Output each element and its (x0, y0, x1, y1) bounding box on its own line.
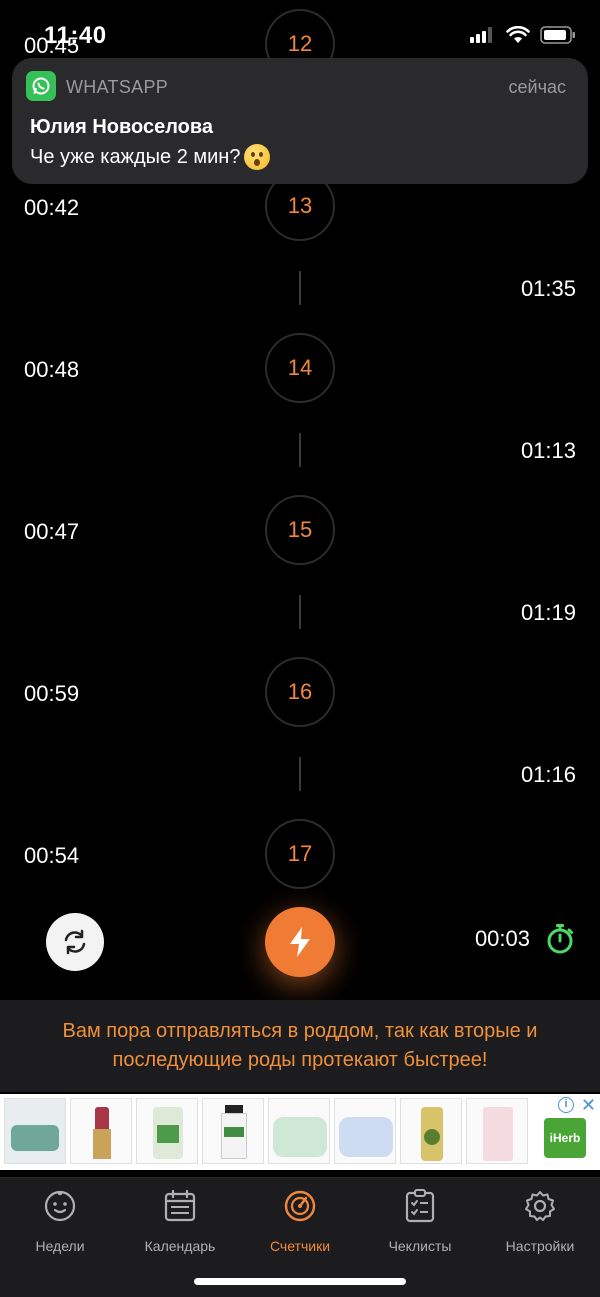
notification-sender: Юлия Новоселова (30, 116, 214, 138)
status-time: 11:40 (44, 22, 107, 49)
gear-icon (525, 1191, 555, 1221)
contraction-duration: 00:54 (24, 843, 80, 868)
whatsapp-icon (26, 71, 56, 101)
advice-text: Вам пора отправляться в роддом, так как … (62, 1020, 538, 1071)
ad-close-icon[interactable]: ✕ (581, 1095, 596, 1116)
ad-info-icon[interactable]: i (558, 1097, 574, 1113)
status-bar: 11:40 (0, 0, 600, 56)
tab-label: Счетчики (269, 1238, 331, 1254)
tab-label: Настройки (505, 1238, 575, 1254)
ad-product-image[interactable] (4, 1098, 66, 1164)
reset-button[interactable] (46, 913, 104, 971)
contraction-number: 16 (265, 657, 335, 727)
counter-icon (284, 1190, 316, 1222)
counter-controls: 00:03 (0, 905, 600, 985)
ad-product-image[interactable] (202, 1098, 264, 1164)
ad-product-image[interactable] (400, 1098, 462, 1164)
ad-product-image[interactable] (268, 1098, 330, 1164)
tab-label: Недели (35, 1238, 85, 1254)
tab-label: Календарь (144, 1238, 216, 1254)
cellular-signal-icon (470, 27, 492, 43)
ad-product-image[interactable] (334, 1098, 396, 1164)
tab-settings[interactable]: Настройки (480, 1188, 600, 1254)
contraction-duration: 00:47 (24, 519, 80, 544)
notification-app-name: WHATSAPP (66, 77, 169, 97)
home-indicator[interactable] (194, 1278, 406, 1285)
whatsapp-notification[interactable]: WHATSAPP сейчас Юлия Новоселова Че уже к… (12, 58, 588, 184)
tab-weeks[interactable]: Недели (0, 1188, 120, 1254)
contraction-interval: 01:13 (520, 438, 576, 463)
contraction-number: 15 (265, 495, 335, 565)
contraction-number: 17 (265, 819, 335, 889)
checklist-icon (405, 1189, 435, 1223)
timeline-connector (299, 433, 301, 467)
ad-product-image[interactable] (136, 1098, 198, 1164)
status-icons (470, 26, 576, 44)
notification-body: Че уже каждые 2 мин? (30, 144, 271, 170)
tab-counters[interactable]: Счетчики (240, 1188, 360, 1254)
notification-time: сейчас (508, 77, 566, 97)
tab-calendar[interactable]: Календарь (120, 1188, 240, 1254)
tab-checklists[interactable]: Чеклисты (360, 1188, 480, 1254)
contraction-interval: 01:35 (520, 276, 576, 301)
tab-label: Чеклисты (388, 1238, 452, 1254)
timeline-connector (299, 595, 301, 629)
lightning-icon (290, 927, 310, 957)
refresh-icon (64, 929, 86, 955)
contraction-duration: 00:48 (24, 357, 80, 382)
contraction-start-button[interactable] (265, 907, 335, 977)
timeline-connector (299, 271, 301, 305)
contraction-interval: 01:19 (520, 600, 576, 625)
stopwatch-icon[interactable] (546, 923, 574, 955)
calendar-icon (164, 1189, 196, 1222)
baby-face-icon (44, 1190, 76, 1222)
iherb-logo[interactable]: iHerb (544, 1118, 586, 1158)
battery-icon (540, 26, 575, 44)
wifi-icon (506, 26, 530, 43)
contraction-interval: 01:16 (520, 762, 576, 787)
surprised-emoji-icon (244, 144, 271, 170)
ad-product-image[interactable] (70, 1098, 132, 1164)
contraction-duration: 00:42 (24, 195, 80, 220)
timeline-connector (299, 757, 301, 791)
current-timer: 00:03 (474, 926, 530, 951)
contraction-number: 14 (265, 333, 335, 403)
contraction-duration: 00:59 (24, 681, 80, 706)
ad-product-image[interactable] (466, 1098, 528, 1164)
notification-message: Че уже каждые 2 мин? (30, 145, 241, 168)
advice-banner: Вам пора отправляться в роддом, так как … (0, 1000, 600, 1092)
ad-banner[interactable]: i ✕ iHerb (0, 1094, 600, 1170)
